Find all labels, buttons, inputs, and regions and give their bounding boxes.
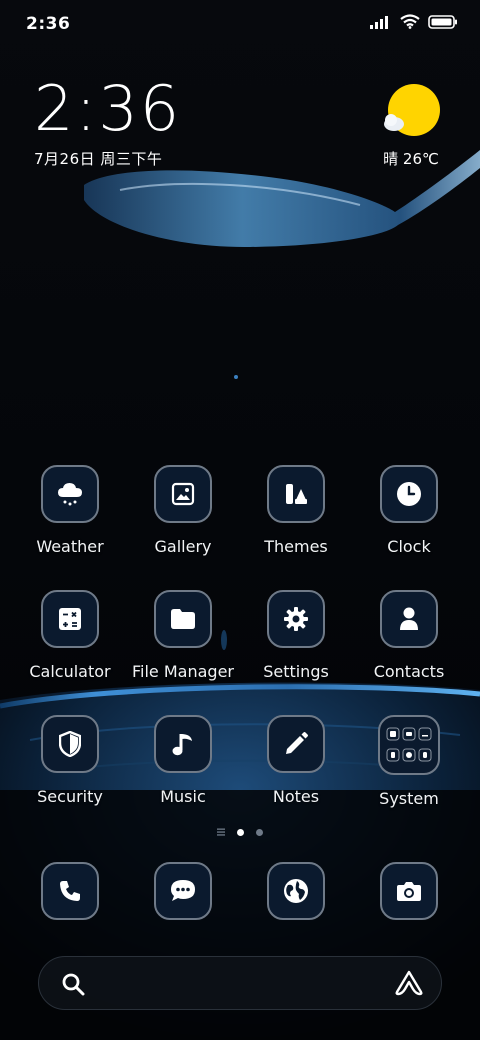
app-contacts[interactable]: Contacts (353, 590, 465, 681)
app-label: Gallery (154, 537, 212, 556)
app-label: Notes (272, 787, 320, 806)
phone-icon (60, 881, 80, 901)
app-clock[interactable]: Clock (353, 465, 465, 556)
app-label: Weather (36, 537, 104, 556)
person-icon (400, 607, 418, 630)
chat-icon (171, 880, 195, 901)
page-dot-active[interactable] (237, 828, 244, 836)
app-label: Security (37, 787, 103, 806)
camera-icon (397, 882, 421, 901)
search-bar[interactable] (38, 956, 442, 1010)
search-icon[interactable] (61, 972, 85, 996)
app-weather[interactable]: Weather (14, 465, 126, 556)
dock-browser[interactable] (240, 862, 352, 920)
wifi-icon (400, 14, 420, 29)
app-folder-system[interactable]: System (353, 715, 465, 808)
signal-icon (370, 15, 388, 29)
sunny-icon (382, 84, 440, 142)
app-gallery[interactable]: Gallery (127, 465, 239, 556)
app-label: Themes (264, 537, 328, 556)
weather-widget[interactable]: 晴 26℃ (376, 84, 446, 169)
shield-icon (59, 731, 81, 757)
app-label: Settings (263, 662, 329, 681)
app-themes[interactable]: Themes (240, 465, 352, 556)
calculator-icon (59, 608, 81, 630)
app-file-manager[interactable]: File Manager (127, 590, 239, 681)
music-note-icon (172, 734, 192, 756)
app-label: Calculator (29, 662, 111, 681)
gallery-icon (171, 482, 195, 506)
status-time: 2:36 (26, 14, 71, 34)
app-label: Contacts (373, 662, 445, 681)
assistant-icon[interactable] (395, 970, 423, 996)
app-security[interactable]: Security (14, 715, 126, 806)
page-dot[interactable] (256, 828, 263, 836)
pencil-icon (286, 732, 308, 754)
dock-camera[interactable] (353, 862, 465, 920)
folder-icon (171, 609, 195, 629)
app-settings[interactable]: Settings (240, 590, 352, 681)
app-label: Music (160, 787, 206, 806)
gear-icon (284, 607, 308, 631)
dock-phone[interactable] (14, 862, 126, 920)
folder-grid-icon (386, 727, 432, 762)
globe-icon (284, 879, 308, 903)
themes-icon (286, 484, 307, 504)
weather-icon (58, 483, 82, 506)
app-list-indicator-icon[interactable] (217, 828, 225, 836)
app-calculator[interactable]: Calculator (14, 590, 126, 681)
app-notes[interactable]: Notes (240, 715, 352, 806)
weather-widget-text: 晴 26℃ (383, 150, 439, 168)
app-label: Clock (387, 537, 431, 556)
clock-widget-date: 7月26日 周三下午 (34, 150, 163, 168)
app-music[interactable]: Music (127, 715, 239, 806)
app-label: System (379, 789, 439, 808)
clock-icon (397, 482, 421, 506)
clock-widget[interactable]: 2:36 7月26日 周三下午 (34, 76, 181, 169)
dock-messages[interactable] (127, 862, 239, 920)
page-indicator[interactable] (0, 828, 480, 836)
status-bar: 2:36 (0, 0, 480, 52)
clock-widget-time: 2:36 (34, 72, 182, 145)
battery-icon (428, 14, 457, 29)
app-label: File Manager (132, 662, 234, 681)
